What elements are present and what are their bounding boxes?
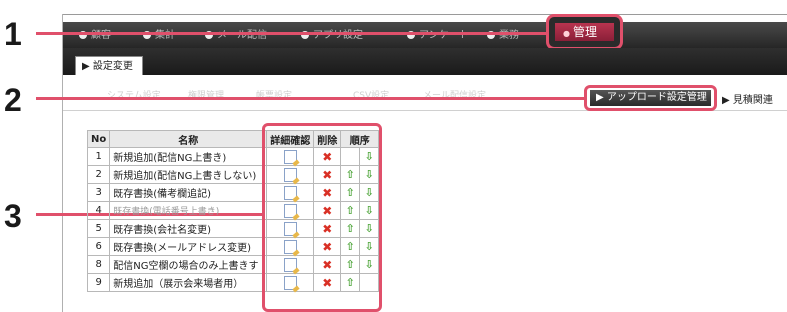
row-number: 1 — [86, 147, 111, 166]
header-name: 名称 — [109, 130, 268, 148]
row-number: 5 — [86, 219, 111, 238]
play-circle-icon: ● — [563, 29, 570, 38]
upload-settings-highlight: ▶ アップロード設定管理 — [584, 85, 717, 111]
row-name: 既存書換(備考欄追記) — [109, 183, 268, 202]
estimate-link[interactable]: ▶ 見積関連 — [722, 91, 773, 106]
row-number: 8 — [86, 255, 111, 274]
row-name: 既存書換(会社名変更) — [109, 219, 268, 238]
header-no: No — [86, 130, 111, 148]
row-name: 既存書換(メールアドレス変更) — [109, 237, 268, 256]
row-name: 新規追加(配信NG上書きしない) — [109, 165, 268, 184]
row-number: 6 — [86, 237, 111, 256]
upload-settings-button[interactable]: ▶ アップロード設定管理 — [590, 90, 711, 106]
actions-column-highlight — [262, 123, 382, 312]
step-number-2: 2 — [4, 82, 22, 118]
step-number-1: 1 — [4, 16, 22, 52]
window-top-border — [62, 14, 787, 15]
tab-settings-change[interactable]: ▶ 設定変更 — [75, 56, 143, 75]
row-number: 4 — [86, 201, 111, 220]
row-name: 新規追加(配信NG上書き) — [109, 147, 268, 166]
step-number-3: 3 — [4, 198, 22, 234]
main-navbar: 顧客 集計 メール配信 アプリ設定 アンケート 業務 — [63, 22, 787, 48]
row-name: 既存書換(電話番号上書き) — [109, 201, 268, 220]
row-name: 配信NG空欄の場合のみ上書きす — [109, 255, 268, 274]
sub-navbar — [63, 48, 787, 75]
row-number: 9 — [86, 273, 111, 292]
row-name: 新規追加（展示会来場者用） — [109, 273, 268, 292]
row-number: 2 — [86, 165, 111, 184]
row-number: 3 — [86, 183, 111, 202]
callout-line-2 — [36, 97, 585, 100]
callout-line-1 — [36, 32, 547, 35]
nav-item-admin[interactable]: ● 管理 — [555, 23, 614, 41]
nav-item-admin-highlight: ● 管理 — [546, 14, 623, 50]
